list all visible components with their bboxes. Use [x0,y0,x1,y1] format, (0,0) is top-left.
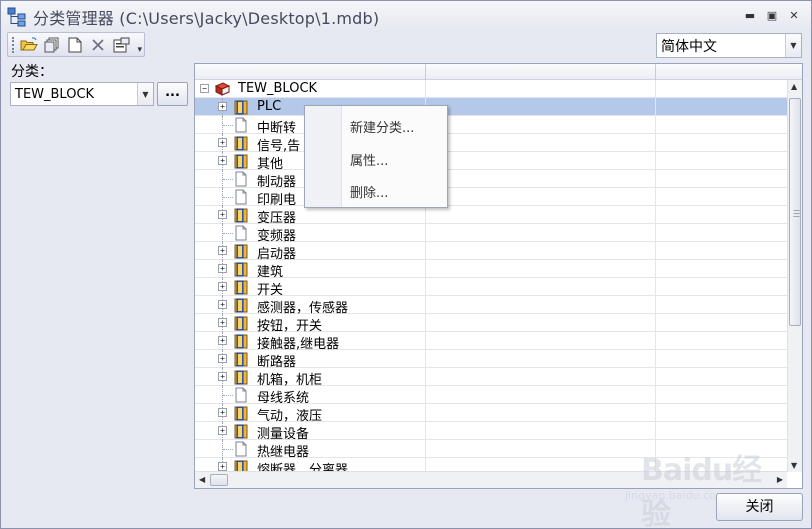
tree-rows: − TEW_BLOCK + PLC 中断转 + 信号,告 + 其他 制动器 印刷电 + 变压器 变频器… [195,80,787,478]
folder-icon [233,135,249,151]
folder-icon [233,279,249,295]
copy-icon[interactable] [42,35,62,55]
file-icon [234,117,250,133]
category-value: TEW_BLOCK [15,86,95,102]
vertical-scroll-thumb[interactable]: — — — [789,98,801,326]
menu-item-delete[interactable]: 删除... [350,182,388,201]
browse-button[interactable]: ... [157,82,188,106]
folder-icon [233,369,249,385]
open-icon[interactable] [19,35,39,55]
toolbar: ▾ [7,32,145,57]
chevron-down-icon[interactable]: ▼ [137,83,153,105]
tree-row[interactable]: + 信号,告 [195,134,787,154]
expand-icon[interactable]: + [218,336,227,345]
tree-row[interactable]: 变频器 [195,224,787,244]
tree-row[interactable]: + 开关 [195,278,787,298]
folder-icon [233,207,249,223]
expand-icon[interactable]: + [218,102,227,111]
collapse-icon[interactable]: − [200,84,209,93]
folder-icon [233,315,249,331]
expand-icon[interactable]: + [218,138,227,147]
file-icon [234,441,250,457]
category-label: 分类： [11,64,53,80]
minimize-button[interactable]: ▬ [743,10,757,22]
expand-icon[interactable]: + [218,264,227,273]
folder-icon [233,99,249,115]
file-icon [234,171,250,187]
properties-icon[interactable] [111,35,131,55]
folder-icon [233,243,249,259]
folder-icon [233,153,249,169]
expand-icon[interactable]: + [218,246,227,255]
expand-icon[interactable]: + [218,300,227,309]
tree-root-row[interactable]: − TEW_BLOCK [195,80,787,98]
close-window-button[interactable]: ✕ [787,10,801,22]
file-icon [234,387,250,403]
language-value: 简体中文 [661,38,717,55]
scroll-down-icon[interactable]: ▼ [791,461,797,470]
tree-row[interactable]: + 断路器 [195,350,787,370]
scroll-up-icon[interactable]: ▲ [791,82,797,91]
menu-item-new-category[interactable]: 新建分类... [350,117,414,136]
tree-row[interactable]: + PLC [195,98,787,116]
expand-icon[interactable]: + [218,156,227,165]
context-menu: 新建分类... 属性... 删除... [304,105,448,208]
vertical-scrollbar[interactable]: ▲ — — — ▼ [787,80,802,472]
title-bar: 分类管理器 (C:\Users\Jacky\Desktop\1.mdb) ▬ ▣… [1,1,811,32]
folder-icon [233,405,249,421]
horizontal-scroll-thumb[interactable] [210,474,228,486]
expand-icon[interactable]: + [218,282,227,291]
tree-row[interactable]: + 气动，液压 [195,404,787,424]
tree-row[interactable]: + 其他 [195,152,787,172]
expand-icon[interactable]: + [218,318,227,327]
language-select[interactable]: 简体中文 ▼ [656,33,802,58]
tree-row[interactable]: 中断转 [195,116,787,136]
expand-icon[interactable]: + [218,210,227,219]
expand-icon[interactable]: + [218,426,227,435]
tree-row[interactable]: + 建筑 [195,260,787,280]
delete-icon[interactable] [88,35,108,55]
folder-icon [233,333,249,349]
toolbar-overflow-icon[interactable]: ▾ [137,45,142,55]
category-tree[interactable]: − TEW_BLOCK + PLC 中断转 + 信号,告 + 其他 制动器 印刷电 + 变压器 变频器… [194,63,803,489]
menu-item-properties[interactable]: 属性... [350,150,388,169]
expand-icon[interactable]: + [218,408,227,417]
column-header [195,64,802,80]
toolbar-grip[interactable] [12,36,15,53]
watermark-url: jingyan.baidu.com [625,489,727,502]
tree-row[interactable]: 印刷电 [195,188,787,208]
tree-row[interactable]: + 测量设备 [195,422,787,442]
tree-row[interactable]: 母线系统 [195,386,787,406]
close-button[interactable]: 关闭 [716,493,803,521]
tree-row[interactable]: + 感测器，传感器 [195,296,787,316]
expand-icon[interactable]: + [218,354,227,363]
file-icon [234,225,250,241]
app-tree-icon [7,7,27,27]
folder-icon [233,261,249,277]
expand-icon[interactable]: + [218,462,227,471]
new-icon[interactable] [65,35,85,55]
tree-item-label: PLC [257,99,282,114]
book-icon [214,81,231,97]
window-title: 分类管理器 (C:\Users\Jacky\Desktop\1.mdb) [33,8,380,28]
tree-row[interactable]: + 接触器,继电器 [195,332,787,352]
chevron-down-icon[interactable]: ▼ [785,34,801,57]
folder-icon [233,351,249,367]
tree-row[interactable]: + 按钮，开关 [195,314,787,334]
expand-icon[interactable]: + [218,372,227,381]
maximize-button[interactable]: ▣ [765,10,779,22]
tree-root-label: TEW_BLOCK [238,81,318,96]
scroll-left-icon[interactable]: ◀ [199,475,205,484]
tree-row[interactable]: + 变压器 [195,206,787,226]
category-select[interactable]: TEW_BLOCK ▼ [10,82,154,106]
category-manager-window: 分类管理器 (C:\Users\Jacky\Desktop\1.mdb) ▬ ▣… [0,0,812,529]
tree-row[interactable]: + 机箱，机柜 [195,368,787,388]
tree-row[interactable]: + 启动器 [195,242,787,262]
folder-icon [233,297,249,313]
folder-icon [233,423,249,439]
tree-row[interactable]: 制动器 [195,170,787,190]
file-icon [234,189,250,205]
